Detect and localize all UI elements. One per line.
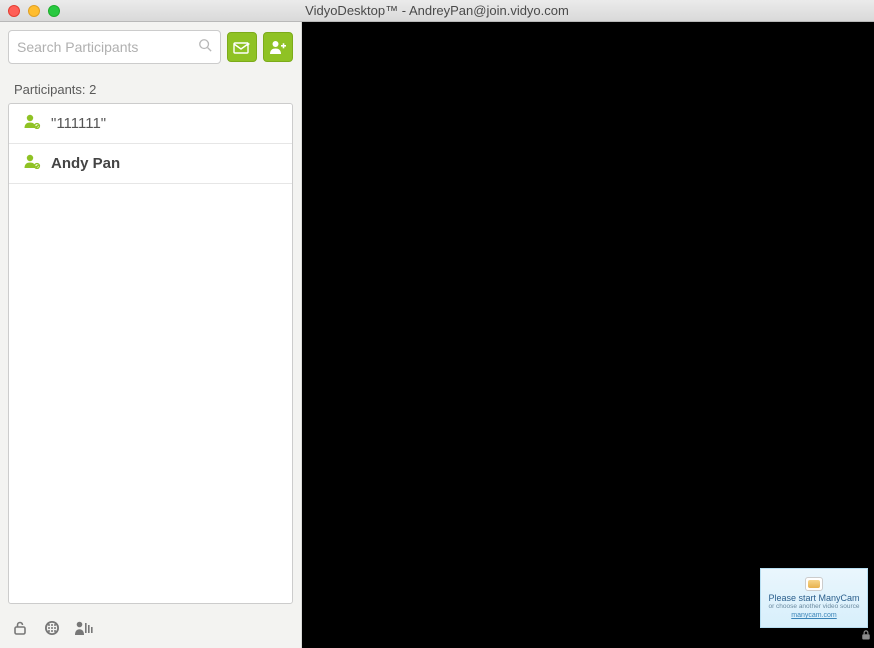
search-row xyxy=(0,22,301,72)
maximize-window-button[interactable] xyxy=(48,5,60,17)
participants-list: "111111" Andy Pan xyxy=(8,103,293,604)
invite-email-button[interactable] xyxy=(227,32,257,62)
sidebar: Participants: 2 "111111" xyxy=(0,22,302,648)
list-item[interactable]: Andy Pan xyxy=(9,144,292,184)
lock-icon[interactable] xyxy=(10,618,30,638)
add-participant-button[interactable] xyxy=(263,32,293,62)
pip-line1: Please start ManyCam xyxy=(768,593,859,603)
footer-toolbar xyxy=(0,612,301,648)
window-title: VidyoDesktop™ - AndreyPan@join.vidyo.com xyxy=(0,3,874,18)
globe-icon[interactable] xyxy=(42,618,62,638)
manycam-logo-icon xyxy=(805,577,823,591)
self-view-pip[interactable]: Please start ManyCam or choose another v… xyxy=(760,568,868,628)
minimize-window-button[interactable] xyxy=(28,5,40,17)
titlebar: VidyoDesktop™ - AndreyPan@join.vidyo.com xyxy=(0,0,874,22)
video-area: Please start ManyCam or choose another v… xyxy=(302,22,874,648)
close-window-button[interactable] xyxy=(8,5,20,17)
presenter-icon[interactable] xyxy=(74,618,94,638)
content: Participants: 2 "111111" xyxy=(0,22,874,648)
participant-name: "111111" xyxy=(51,115,106,132)
search-box[interactable] xyxy=(8,30,221,64)
participant-icon xyxy=(23,153,41,174)
participant-name: Andy Pan xyxy=(51,155,120,172)
search-icon xyxy=(198,38,212,57)
participants-count-label: Participants: 2 xyxy=(0,72,301,103)
search-input[interactable] xyxy=(17,39,198,55)
corner-lock-icon xyxy=(860,628,872,646)
window-controls xyxy=(8,5,60,17)
participant-icon xyxy=(23,113,41,134)
pip-line2: or choose another video source xyxy=(768,603,859,610)
pip-link[interactable]: manycam.com xyxy=(791,612,837,619)
list-item[interactable]: "111111" xyxy=(9,104,292,144)
